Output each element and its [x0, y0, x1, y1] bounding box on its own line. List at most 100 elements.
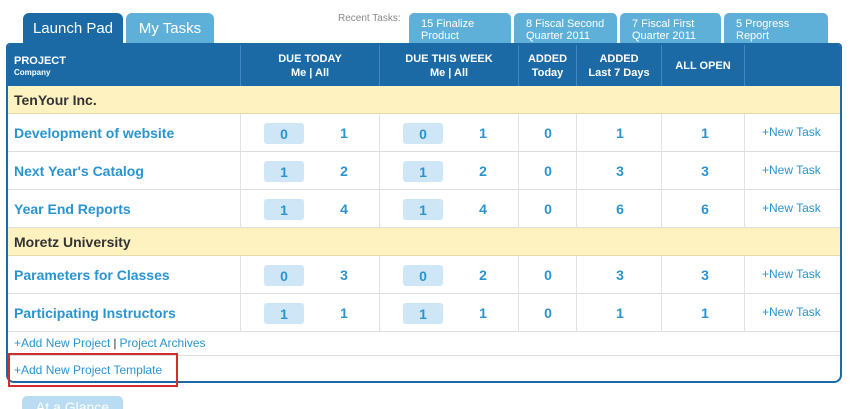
added-today-cell: 0	[519, 114, 577, 152]
added-today-count[interactable]: 0	[533, 125, 563, 141]
tab-at-a-glance[interactable]: At a Glance	[22, 396, 123, 409]
header-project-label: PROJECT	[14, 54, 66, 67]
added-today-count[interactable]: 0	[533, 163, 563, 179]
added-today-cell: 0	[519, 256, 577, 294]
all-open-count[interactable]: 3	[690, 163, 720, 179]
table-header: PROJECT Company DUE TODAY Me | All DUE T…	[8, 45, 840, 86]
table-row: Development of website 0 1 0 1 0 1 1 +Ne…	[8, 114, 840, 152]
all-open-count[interactable]: 1	[690, 125, 720, 141]
due-today-all[interactable]: 1	[329, 305, 359, 321]
due-week-all[interactable]: 2	[468, 163, 498, 179]
header-added7-label: ADDED	[599, 52, 639, 65]
due-today-me[interactable]: 1	[264, 199, 304, 220]
header-added7-sub: Last 7 Days	[588, 66, 650, 79]
due-week-me[interactable]: 1	[403, 303, 443, 324]
company-row: Moretz University	[8, 228, 840, 256]
all-open-count[interactable]: 3	[690, 267, 720, 283]
due-week-all[interactable]: 1	[468, 125, 498, 141]
header-due-week[interactable]: DUE THIS WEEK Me | All	[380, 45, 519, 86]
due-week-cell: 1 2	[380, 152, 519, 190]
project-name-link[interactable]: Year End Reports	[8, 190, 241, 228]
added-7days-cell: 3	[577, 152, 662, 190]
recent-task-line: 15 Finalize	[421, 18, 475, 30]
all-open-count[interactable]: 1	[690, 305, 720, 321]
due-today-cell: 1 2	[241, 152, 380, 190]
added-7days-cell: 6	[577, 190, 662, 228]
recent-task-line: Quarter 2011	[526, 30, 591, 42]
project-name-link[interactable]: Next Year's Catalog	[8, 152, 241, 190]
due-today-me[interactable]: 1	[264, 161, 304, 182]
company-name: Moretz University	[14, 233, 131, 250]
new-task-link[interactable]: +New Task	[762, 267, 821, 281]
header-due-today[interactable]: DUE TODAY Me | All	[241, 45, 380, 86]
added-7days-count[interactable]: 1	[605, 305, 635, 321]
added-7days-count[interactable]: 3	[605, 163, 635, 179]
recent-task-line: 8 Fiscal Second	[526, 18, 605, 30]
due-today-me[interactable]: 0	[264, 265, 304, 286]
due-today-me[interactable]: 1	[264, 303, 304, 324]
due-week-me[interactable]: 1	[403, 199, 443, 220]
recent-tasks-label: Recent Tasks:	[338, 13, 401, 24]
tab-launch-pad[interactable]: Launch Pad	[23, 13, 123, 44]
recent-task-tab[interactable]: 15 Finalize Product	[409, 13, 511, 44]
new-task-link[interactable]: +New Task	[762, 201, 821, 215]
due-today-all[interactable]: 4	[329, 201, 359, 217]
added-7days-count[interactable]: 6	[605, 201, 635, 217]
header-added-sub: Today	[531, 66, 564, 79]
header-added-today[interactable]: ADDED Today	[519, 45, 577, 86]
added-today-cell: 0	[519, 190, 577, 228]
header-company-label: Company	[14, 67, 51, 77]
highlight-annotation-box	[8, 353, 178, 387]
header-due-today-sub: Me | All	[290, 66, 330, 79]
new-task-link[interactable]: +New Task	[762, 125, 821, 139]
project-name-link[interactable]: Parameters for Classes	[8, 256, 241, 294]
table-row: Participating Instructors 1 1 1 1 0 1 1 …	[8, 294, 840, 332]
add-new-project-link[interactable]: +Add New Project	[14, 336, 110, 350]
header-due-week-label: DUE THIS WEEK	[405, 52, 493, 65]
table-row: Year End Reports 1 4 1 4 0 6 6 +New Task	[8, 190, 840, 228]
added-7days-cell: 3	[577, 256, 662, 294]
due-week-all[interactable]: 4	[468, 201, 498, 217]
due-week-all[interactable]: 2	[468, 267, 498, 283]
new-task-link[interactable]: +New Task	[762, 163, 821, 177]
due-week-cell: 0 1	[380, 114, 519, 152]
project-name-link[interactable]: Development of website	[8, 114, 241, 152]
new-task-link[interactable]: +New Task	[762, 305, 821, 319]
due-week-all[interactable]: 1	[468, 305, 498, 321]
tab-my-tasks[interactable]: My Tasks	[126, 13, 214, 44]
due-today-all[interactable]: 2	[329, 163, 359, 179]
due-today-cell: 1 1	[241, 294, 380, 332]
due-week-me[interactable]: 0	[403, 265, 443, 286]
due-week-me[interactable]: 0	[403, 123, 443, 144]
recent-task-line: 5 Progress	[736, 18, 790, 30]
header-due-week-sub: Me | All	[429, 66, 469, 79]
recent-task-tab[interactable]: 7 Fiscal First Quarter 2011	[620, 13, 721, 44]
header-added-label: ADDED	[527, 52, 568, 65]
added-7days-count[interactable]: 1	[605, 125, 635, 141]
due-today-cell: 1 4	[241, 190, 380, 228]
due-today-all[interactable]: 3	[329, 267, 359, 283]
projects-panel: PROJECT Company DUE TODAY Me | All DUE T…	[6, 43, 842, 383]
due-today-all[interactable]: 1	[329, 125, 359, 141]
all-open-count[interactable]: 6	[690, 201, 720, 217]
header-project: PROJECT Company	[8, 45, 241, 86]
project-archives-link[interactable]: Project Archives	[120, 336, 206, 350]
all-open-cell: 1	[662, 114, 745, 152]
due-today-me[interactable]: 0	[264, 123, 304, 144]
added-7days-cell: 1	[577, 114, 662, 152]
added-today-count[interactable]: 0	[533, 201, 563, 217]
due-week-me[interactable]: 1	[403, 161, 443, 182]
added-7days-count[interactable]: 3	[605, 267, 635, 283]
header-added-7days[interactable]: ADDED Last 7 Days	[577, 45, 662, 86]
header-all-open[interactable]: ALL OPEN	[662, 45, 745, 86]
added-today-count[interactable]: 0	[533, 267, 563, 283]
recent-task-tab[interactable]: 5 Progress Report	[724, 13, 828, 44]
header-due-today-label: DUE TODAY	[278, 52, 342, 65]
added-today-cell: 0	[519, 152, 577, 190]
project-name-link[interactable]: Participating Instructors	[8, 294, 241, 332]
due-week-cell: 1 1	[380, 294, 519, 332]
all-open-cell: 1	[662, 294, 745, 332]
recent-task-tab[interactable]: 8 Fiscal Second Quarter 2011	[514, 13, 617, 44]
all-open-cell: 3	[662, 152, 745, 190]
added-today-count[interactable]: 0	[533, 305, 563, 321]
